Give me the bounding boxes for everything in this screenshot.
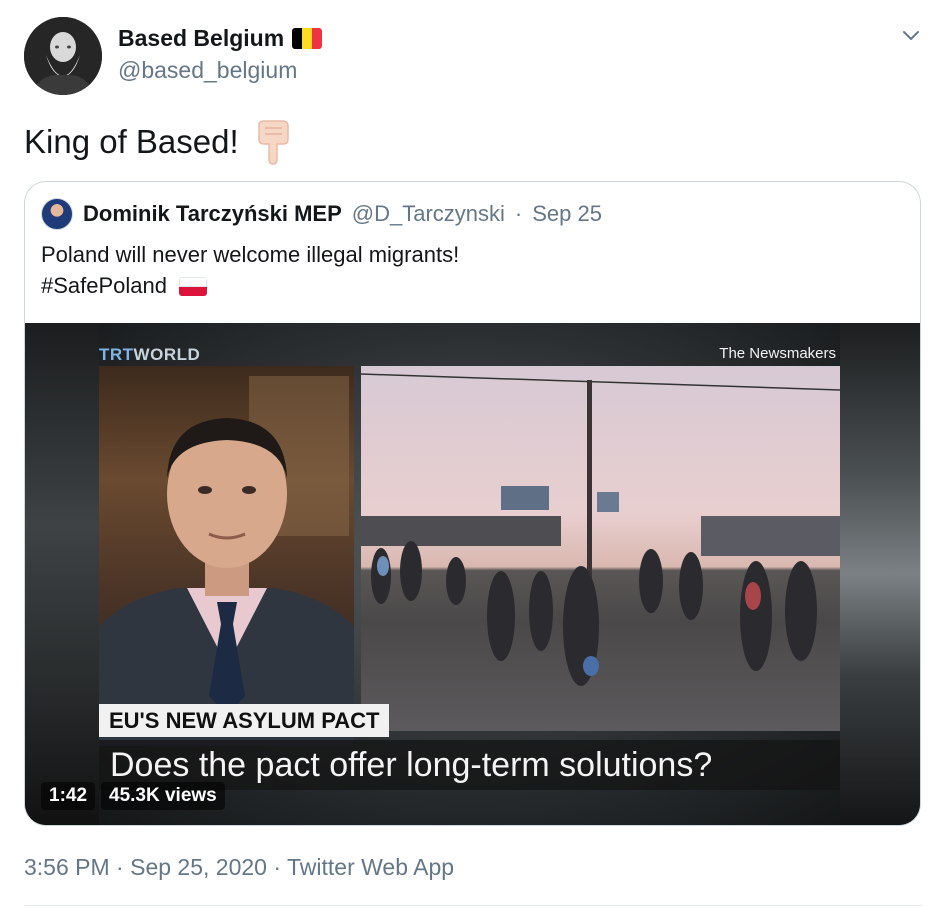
video-player[interactable]: TRTWORLD The Newsmakers EU'S NEW ASYLUM … xyxy=(25,323,920,825)
divider xyxy=(24,905,922,906)
video-views-badge: 45.3K views xyxy=(101,782,225,810)
world-logo-text: WORLD xyxy=(133,345,201,364)
lower-third-caption: EU'S NEW ASYLUM PACT xyxy=(99,704,390,737)
tweet: Based Belgium @based_belgium King of Bas… xyxy=(0,0,946,908)
tweet-text: King of Based! xyxy=(24,119,291,165)
quoted-author-handle[interactable]: @D_Tarczynski xyxy=(352,201,505,227)
author-display-name-row[interactable]: Based Belgium xyxy=(118,25,323,52)
tweet-body: King of Based! xyxy=(24,123,239,160)
chevron-down-icon[interactable] xyxy=(900,24,922,46)
program-name: The Newsmakers xyxy=(719,345,836,362)
bearded-man-portrait-icon xyxy=(24,17,102,95)
author-handle[interactable]: @based_belgium xyxy=(118,57,297,84)
quoted-author-avatar[interactable] xyxy=(41,198,73,230)
quoted-author-name[interactable]: Dominik Tarczyński MEP xyxy=(83,201,342,227)
footer-separator-1: · xyxy=(116,854,124,880)
news-anchor-figure xyxy=(99,376,354,746)
pointing-down-hand-icon xyxy=(257,120,289,165)
belgium-flag-icon xyxy=(292,28,323,49)
migrants-walking-scene xyxy=(361,373,840,686)
poland-flag-icon xyxy=(179,277,208,296)
tweet-time[interactable]: 3:56 PM xyxy=(24,854,110,880)
trt-world-logo: TRTWORLD xyxy=(99,345,200,365)
trt-logo-text: TRT xyxy=(99,345,134,364)
video-duration-badge: 1:42 xyxy=(41,782,96,810)
author-avatar[interactable] xyxy=(24,17,102,95)
migrants-scene-panel xyxy=(361,366,840,731)
quoted-date[interactable]: Sep 25 xyxy=(532,201,602,227)
quoted-tweet-card[interactable]: Dominik Tarczyński MEP @D_Tarczynski · S… xyxy=(24,181,921,826)
author-display-name[interactable]: Based Belgium xyxy=(118,25,284,52)
quoted-separator: · xyxy=(514,201,523,226)
quoted-text-line-1: Poland will never welcome illegal migran… xyxy=(41,242,460,267)
quoted-tweet-header: Dominik Tarczyński MEP @D_Tarczynski · S… xyxy=(41,198,602,230)
video-background-left xyxy=(25,323,99,825)
footer-separator-2: · xyxy=(273,854,282,880)
tweet-footer: 3:56 PM · Sep 25, 2020 · Twitter Web App xyxy=(24,854,454,881)
anchor-video-panel xyxy=(99,366,354,746)
quoted-tweet-text: Poland will never welcome illegal migran… xyxy=(41,239,459,301)
video-background-right xyxy=(840,323,920,825)
tweet-date[interactable]: Sep 25, 2020 xyxy=(130,854,267,880)
tweet-source[interactable]: Twitter Web App xyxy=(287,854,454,880)
hashtag-link[interactable]: #SafePoland xyxy=(41,273,167,298)
quoted-text-line-2-row: #SafePoland xyxy=(41,270,459,301)
